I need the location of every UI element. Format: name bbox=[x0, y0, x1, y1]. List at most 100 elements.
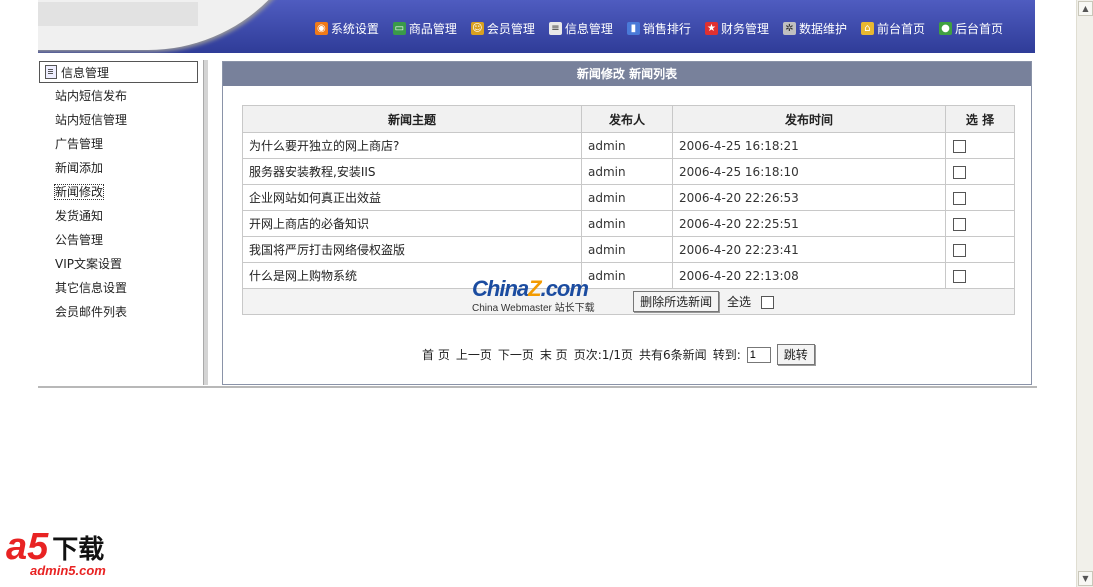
sidebar-item-label: 广告管理 bbox=[55, 137, 104, 151]
sidebar-item-label: 会员邮件列表 bbox=[55, 305, 128, 319]
a5-logo-text: 下载 bbox=[52, 534, 105, 565]
nav-item-1[interactable]: ▭ 商品管理 bbox=[392, 20, 457, 37]
nav-label: 后台首页 bbox=[954, 22, 1003, 36]
nav-label: 数据维护 bbox=[798, 22, 847, 36]
jump-button[interactable]: 跳转 bbox=[776, 344, 815, 365]
sidebar-item-label: 新闻修改 bbox=[53, 184, 105, 200]
total-count: 共有6条新闻 bbox=[639, 348, 707, 362]
table-row: 为什么要开独立的网上商店? admin 2006-4-25 16:18:21 bbox=[242, 132, 1015, 159]
goto-page-input[interactable] bbox=[746, 346, 771, 363]
sidebar-item[interactable]: VIP文案设置 bbox=[55, 255, 127, 279]
sidebar-header[interactable]: 信息管理 bbox=[39, 61, 198, 83]
chinaz-watermark: ChinaZ.com China Webmaster 站长下载 bbox=[472, 276, 595, 314]
column-header-select: 选 择 bbox=[945, 105, 1015, 133]
nav-item-5[interactable]: ★ 财务管理 bbox=[704, 20, 769, 37]
table-header-row: 新闻主题 发布人 发布时间 选 择 bbox=[242, 105, 1015, 133]
sidebar-item[interactable]: 广告管理 bbox=[55, 135, 127, 159]
sidebar-item[interactable]: 新闻添加 bbox=[55, 159, 127, 183]
sidebar-item[interactable]: 站内短信发布 bbox=[55, 87, 127, 111]
delete-selected-button[interactable]: 删除所选新闻 bbox=[633, 291, 720, 312]
row-checkbox[interactable] bbox=[953, 269, 966, 283]
sidebar-item[interactable]: 会员邮件列表 bbox=[55, 303, 127, 327]
nav-label: 信息管理 bbox=[564, 22, 613, 36]
nav-item-2[interactable]: ☺ 会员管理 bbox=[470, 20, 535, 37]
nav-item-7[interactable]: ⌂ 前台首页 bbox=[860, 20, 925, 37]
gear-icon: ✲ bbox=[782, 22, 796, 35]
news-publisher: admin bbox=[581, 210, 673, 237]
news-subject-link[interactable]: 我国将严厉打击网络侵权盗版 bbox=[242, 236, 582, 263]
news-subject-link[interactable]: 服务器安装教程,安装IIS bbox=[242, 158, 582, 185]
news-time: 2006-4-25 16:18:21 bbox=[672, 132, 946, 159]
sidebar-item-label: 发货通知 bbox=[55, 209, 104, 223]
sidebar-item-label: 新闻添加 bbox=[55, 161, 104, 175]
main-panel: 新闻修改 新闻列表 新闻主题 发布人 发布时间 选 择 为什么要开独立的网上商店… bbox=[222, 61, 1032, 385]
rss-icon: ◉ bbox=[314, 22, 328, 35]
nav-item-6[interactable]: ✲ 数据维护 bbox=[782, 20, 847, 37]
row-checkbox[interactable] bbox=[953, 217, 966, 231]
globe-icon: ● bbox=[938, 22, 952, 35]
news-publisher: admin bbox=[581, 262, 673, 289]
nav-label: 商品管理 bbox=[408, 22, 457, 36]
sidebar-item[interactable]: 其它信息设置 bbox=[55, 279, 127, 303]
a5-logo-mark: a5 bbox=[6, 526, 49, 568]
sidebar: 信息管理 站内短信发布站内短信管理广告管理新闻添加新闻修改发货通知公告管理 VIP… bbox=[38, 60, 203, 385]
nav-item-4[interactable]: ▮ 销售排行 bbox=[626, 20, 691, 37]
first-page-link[interactable]: 首 页 bbox=[422, 346, 450, 363]
sidebar-item[interactable]: 发货通知 bbox=[55, 207, 127, 231]
nav-item-3[interactable]: ≡ 信息管理 bbox=[548, 20, 613, 37]
select-cell bbox=[945, 158, 1015, 185]
prev-page-link[interactable]: 上一页 bbox=[456, 346, 492, 363]
goto-label: 转到: bbox=[712, 348, 741, 362]
select-cell bbox=[945, 184, 1015, 211]
row-checkbox[interactable] bbox=[953, 243, 966, 257]
sidebar-item-label: 站内短信发布 bbox=[55, 89, 128, 103]
top-nav: ◉ 系统设置 ▭ 商品管理 ☺ 会员管理 ≡ 信息管理 ▮ 销售排行 ★ 财务管理 ✲ 数据维护 ⌂ 前台首页… bbox=[314, 20, 1003, 37]
news-publisher: admin bbox=[581, 132, 673, 159]
table-row: 服务器安装教程,安装IIS admin 2006-4-25 16:18:10 bbox=[242, 158, 1015, 185]
sidebar-item[interactable]: 新闻修改 bbox=[53, 183, 127, 207]
select-cell bbox=[945, 132, 1015, 159]
sidebar-divider bbox=[203, 60, 208, 385]
row-checkbox[interactable] bbox=[953, 165, 966, 179]
row-checkbox[interactable] bbox=[953, 191, 966, 205]
admin5-watermark: a5 下载 admin5.com bbox=[6, 527, 106, 578]
select-cell bbox=[945, 262, 1015, 289]
page-title: 新闻修改 新闻列表 bbox=[223, 62, 1031, 86]
table-footer-row: 删除所选新闻 全选 bbox=[242, 288, 1015, 315]
select-cell bbox=[945, 236, 1015, 263]
monitor-icon: ▭ bbox=[392, 22, 406, 35]
nav-label: 销售排行 bbox=[642, 22, 691, 36]
row-checkbox[interactable] bbox=[953, 139, 966, 153]
news-subject-link[interactable]: 企业网站如何真正出效益 bbox=[242, 184, 582, 211]
bar-chart-icon: ▮ bbox=[626, 22, 640, 35]
news-publisher: admin bbox=[581, 158, 673, 185]
sidebar-item[interactable]: 站内短信管理 bbox=[55, 111, 127, 135]
document-icon: ≡ bbox=[548, 22, 562, 35]
news-subject-link[interactable]: 开网上商店的必备知识 bbox=[242, 210, 582, 237]
table-row: 什么是网上购物系统 admin 2006-4-20 22:13:08 bbox=[242, 262, 1015, 289]
column-header-subject: 新闻主题 bbox=[242, 105, 582, 133]
nav-item-0[interactable]: ◉ 系统设置 bbox=[314, 20, 379, 37]
nav-label: 会员管理 bbox=[486, 22, 535, 36]
nav-label: 前台首页 bbox=[876, 22, 925, 36]
nav-item-8[interactable]: ● 后台首页 bbox=[938, 20, 1003, 37]
table-row: 开网上商店的必备知识 admin 2006-4-20 22:25:51 bbox=[242, 210, 1015, 237]
scroll-down-arrow-icon[interactable]: ▼ bbox=[1078, 571, 1093, 586]
last-page-link[interactable]: 末 页 bbox=[540, 346, 568, 363]
select-all-checkbox[interactable] bbox=[760, 296, 774, 309]
sidebar-header-label: 信息管理 bbox=[61, 65, 110, 80]
select-cell bbox=[945, 210, 1015, 237]
news-time: 2006-4-20 22:23:41 bbox=[672, 236, 946, 263]
sidebar-item-label: 公告管理 bbox=[55, 233, 104, 247]
vertical-scrollbar[interactable]: ▲ ▼ bbox=[1076, 0, 1093, 587]
news-publisher: admin bbox=[581, 184, 673, 211]
bottom-divider bbox=[38, 386, 1037, 388]
sidebar-item[interactable]: 公告管理 bbox=[55, 231, 127, 255]
scroll-up-arrow-icon[interactable]: ▲ bbox=[1078, 1, 1093, 16]
next-page-link[interactable]: 下一页 bbox=[498, 346, 534, 363]
news-time: 2006-4-20 22:26:53 bbox=[672, 184, 946, 211]
select-all-label: 全选 bbox=[727, 295, 752, 309]
nav-label: 系统设置 bbox=[330, 22, 379, 36]
sidebar-menu: 站内短信发布站内短信管理广告管理新闻添加新闻修改发货通知公告管理 VIP文案设置其… bbox=[53, 87, 127, 327]
news-subject-link[interactable]: 为什么要开独立的网上商店? bbox=[242, 132, 582, 159]
